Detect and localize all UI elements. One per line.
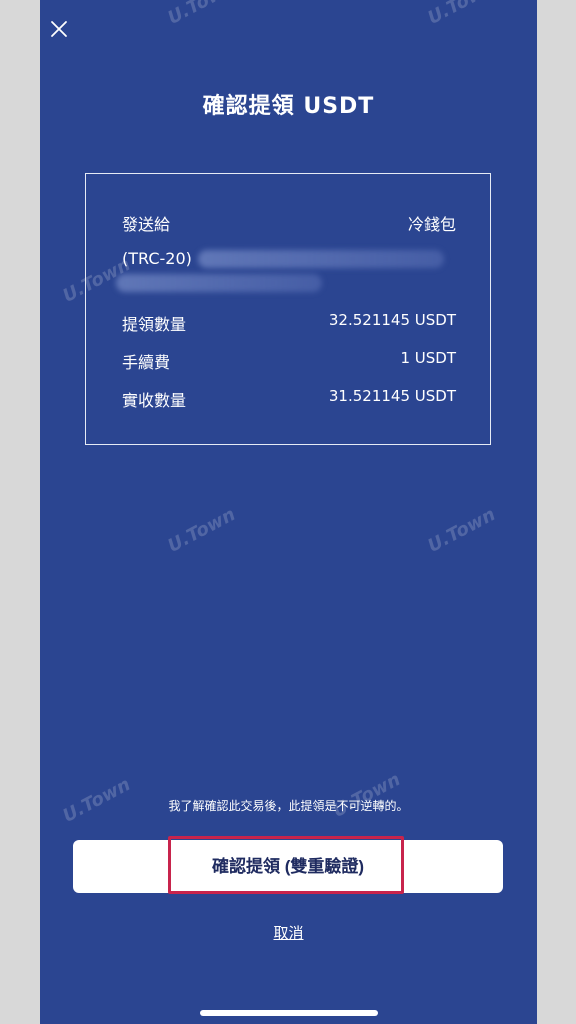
withdraw-summary: 發送給 冷錢包 (TRC-20) 提領數量 32.521145 USDT 手續費… [85, 173, 491, 445]
address-redacted [116, 274, 322, 292]
close-icon [51, 21, 67, 37]
fee-row: 手續費 1 USDT [122, 349, 456, 373]
withdraw-amount-value: 32.521145 USDT [328, 311, 456, 329]
send-to-row: 發送給 冷錢包 [122, 211, 456, 235]
address-redacted [197, 249, 444, 268]
irreversible-notice: 我了解確認此交易後，此提領是不可逆轉的。 [168, 799, 409, 813]
send-to-label: 發送給 [122, 215, 171, 234]
address-line: (TRC-20) [122, 249, 444, 268]
received-amount-label: 實收數量 [122, 391, 187, 410]
fee-label: 手續費 [122, 353, 171, 372]
network-label: (TRC-20) [122, 249, 192, 268]
confirm-withdraw-button[interactable]: 確認提領 (雙重驗證) [73, 840, 503, 893]
watermark: U.Town [329, 769, 404, 822]
withdraw-amount-label: 提領數量 [122, 315, 187, 334]
confirm-withdraw-label: 確認提領 (雙重驗證) [211, 857, 365, 876]
home-indicator [200, 1010, 378, 1016]
received-amount-row: 實收數量 31.521145 USDT [122, 387, 456, 411]
cancel-link[interactable]: 取消 [40, 922, 537, 943]
close-button[interactable] [48, 18, 70, 40]
withdraw-confirm-screen: U.Town U.Town U.Town U.Town U.Town U.Tow… [40, 0, 537, 1024]
page-title: 確認提領 USDT [202, 94, 375, 119]
fee-value: 1 USDT [400, 349, 456, 367]
watermark: U.Town [164, 0, 239, 29]
watermark: U.Town [164, 504, 239, 557]
received-amount-value: 31.521145 USDT [328, 387, 456, 405]
watermark: U.Town [424, 0, 499, 29]
withdraw-amount-row: 提領數量 32.521145 USDT [122, 311, 456, 335]
watermark: U.Town [424, 504, 499, 557]
send-to-value: 冷錢包 [407, 215, 456, 234]
